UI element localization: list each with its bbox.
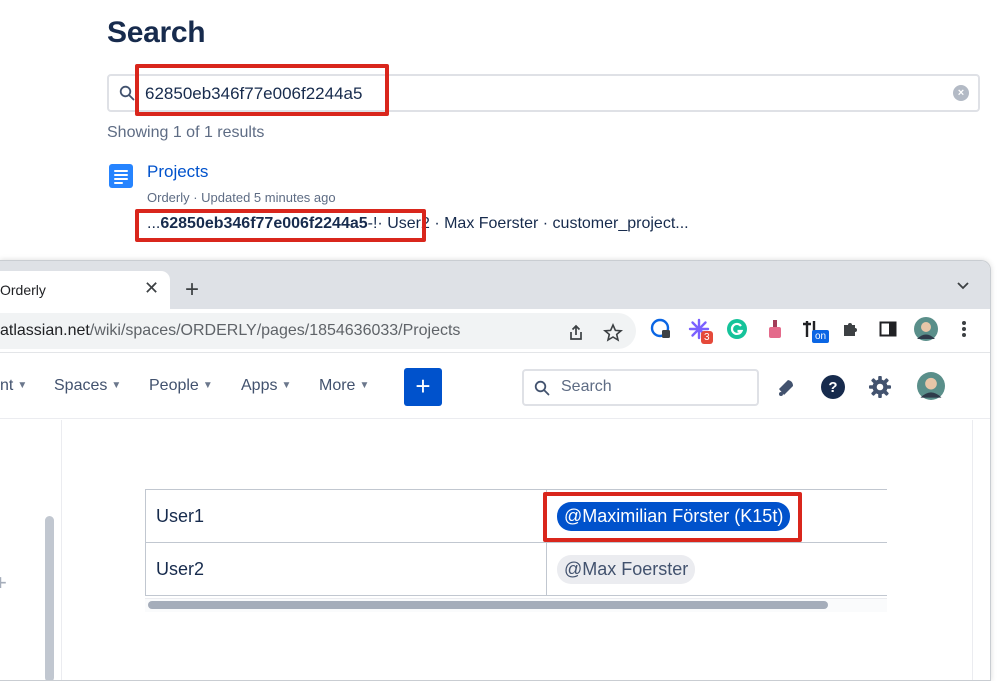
nav-search-placeholder: Search (561, 378, 612, 395)
page-content: + User1 @Maximilian Förster (K15t) User2… (0, 420, 990, 680)
help-icon[interactable]: ? (821, 375, 845, 399)
result-snippet: ...62850eb346f77e006f2244a5-!· User2 · M… (147, 215, 689, 233)
share-icon[interactable] (564, 321, 588, 345)
sort-toggle-extension-icon[interactable]: on (801, 317, 830, 343)
browser-window: Orderly ✕ + atlassian.net/wiki/spaces/OR… (0, 260, 991, 681)
url-text[interactable]: atlassian.net/wiki/spaces/ORDERLY/pages/… (0, 322, 460, 340)
sidebar-scrollbar[interactable] (45, 516, 54, 680)
nav-item-label: More (319, 377, 356, 394)
confluence-top-nav: nt ▼ Spaces ▼ People ▼ Apps ▼ More ▼ + Search… (0, 353, 990, 419)
page-title: Search (107, 16, 206, 49)
table-horizontal-scrollbar[interactable] (148, 601, 828, 609)
nav-item-spaces[interactable]: Spaces ▼ (54, 377, 121, 395)
nav-item-apps[interactable]: Apps ▼ (241, 377, 291, 395)
search-icon (534, 380, 550, 396)
chevron-down-icon: ▼ (281, 380, 292, 391)
chevron-down-icon: ▼ (17, 380, 28, 391)
address-bar[interactable]: atlassian.net/wiki/spaces/ORDERLY/pages/… (0, 313, 636, 349)
nav-item-label: People (149, 377, 199, 394)
tab-strip: Orderly ✕ + (0, 261, 990, 309)
extensions-puzzle-icon[interactable] (839, 317, 863, 341)
nav-item-label: Apps (241, 377, 278, 394)
nav-item-people[interactable]: People ▼ (149, 377, 213, 395)
search-icon (119, 85, 135, 101)
table-row: User1 @Maximilian Förster (K15t) (145, 489, 887, 543)
tab-close-icon[interactable]: ✕ (144, 278, 159, 299)
search-query-value[interactable]: 62850eb346f77e006f2244a5 (145, 84, 362, 104)
table-cell-mention: @Max Foerster (546, 542, 887, 596)
create-button[interactable]: + (404, 368, 442, 406)
result-title-link[interactable]: Projects (147, 162, 208, 182)
clear-search-icon[interactable]: × (953, 85, 969, 101)
browser-menu-icon[interactable] (952, 317, 976, 341)
nail-polish-extension-icon[interactable] (763, 317, 787, 341)
nav-item-partial[interactable]: nt ▼ (0, 377, 27, 395)
nav-search-input[interactable]: Search (522, 369, 759, 406)
user-mention[interactable]: @Maximilian Förster (K15t) (557, 501, 791, 531)
nav-item-more[interactable]: More ▼ (319, 377, 369, 395)
bookmark-star-icon[interactable] (601, 321, 625, 345)
user-avatar[interactable] (917, 372, 945, 400)
password-extension-icon[interactable] (649, 317, 673, 341)
new-tab-button[interactable]: + (185, 276, 199, 304)
extension-toggle-badge: on (812, 330, 830, 343)
tab-title: Orderly (0, 282, 46, 298)
chevron-down-icon: ▼ (359, 380, 370, 391)
table-cell-mention: @Maximilian Förster (K15t) (546, 489, 887, 543)
svg-text:?: ? (828, 379, 837, 396)
snippet-prefix: ... (147, 215, 161, 232)
users-table: User1 @Maximilian Förster (K15t) User2 @… (145, 489, 887, 596)
profile-avatar[interactable] (914, 317, 938, 341)
browser-toolbar: atlassian.net/wiki/spaces/ORDERLY/pages/… (0, 309, 990, 353)
search-input[interactable]: 62850eb346f77e006f2244a5 × (107, 74, 980, 112)
chevron-down-icon: ▼ (111, 380, 122, 391)
results-count: Showing 1 of 1 results (107, 124, 265, 141)
nav-item-label: nt (0, 377, 14, 394)
browser-tab[interactable]: Orderly ✕ (0, 271, 170, 309)
grammarly-icon[interactable] (725, 317, 749, 341)
table-cell-label: User2 (145, 542, 547, 596)
result-meta: Orderly · Updated 5 minutes ago (147, 190, 336, 205)
snippet-suffix: -!· User2 · Max Foerster · customer_proj… (367, 215, 689, 232)
url-path: /wiki/spaces/ORDERLY/pages/1854636033/Pr… (89, 322, 461, 339)
page-document-icon (109, 164, 133, 188)
url-host: atlassian.net (0, 322, 90, 339)
table-cell-label: User1 (145, 489, 547, 543)
user-mention[interactable]: @Max Foerster (557, 554, 696, 584)
chevron-down-icon: ▼ (202, 380, 213, 391)
extension-count-badge: 3 (701, 331, 713, 344)
side-panel-icon[interactable] (876, 317, 900, 341)
notifications-bell-icon[interactable] (774, 375, 798, 399)
table-row: User2 @Max Foerster (145, 542, 887, 596)
nav-item-label: Spaces (54, 377, 108, 394)
spark-extension-icon[interactable]: 3 (687, 317, 713, 344)
content-divider (972, 420, 973, 680)
settings-gear-icon[interactable] (868, 375, 892, 399)
chevron-down-icon[interactable] (956, 279, 970, 293)
add-icon[interactable]: + (0, 570, 7, 596)
snippet-match: 62850eb346f77e006f2244a5 (160, 215, 368, 232)
